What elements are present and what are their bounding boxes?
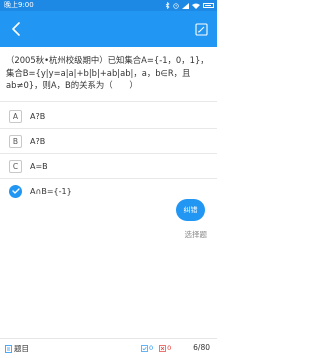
bluetooth-icon — [165, 2, 170, 9]
topic-label: 题目 — [14, 344, 29, 353]
option-text: A?B — [30, 136, 46, 146]
page-counter: 6/80 — [193, 343, 210, 352]
status-icons — [165, 0, 214, 11]
option-letter: B — [9, 134, 22, 148]
edit-icon — [194, 22, 208, 36]
option-a[interactable]: A A?B — [0, 104, 217, 128]
wrong-counter: 0 — [159, 343, 171, 353]
error-report-button[interactable]: 纠错 — [176, 199, 205, 221]
wrong-icon — [159, 344, 166, 352]
status-bar: 晚上9:00 — [0, 0, 217, 11]
topic-list-button[interactable]: 题目 — [5, 343, 29, 354]
bottom-bar: 题目 0 0 6/80 — [0, 338, 217, 358]
wrong-count: 0 — [167, 344, 172, 352]
back-arrow-icon — [12, 22, 20, 36]
correct-count: 0 — [149, 344, 154, 352]
edit-button[interactable] — [189, 17, 213, 41]
status-time: 晚上9:00 — [4, 1, 34, 9]
question-text: （2005秋•杭州校级期中）已知集合A={-1，0，1}，集合B={y|y=a|… — [6, 55, 209, 90]
option-c[interactable]: C A=B — [0, 154, 217, 178]
answer-counters: 0 0 — [141, 343, 171, 353]
check-icon — [9, 184, 22, 198]
option-b[interactable]: B A?B — [0, 129, 217, 153]
option-text: A∩B={-1} — [30, 186, 72, 196]
list-icon — [5, 344, 12, 353]
correct-icon — [141, 344, 148, 352]
signal-icon — [182, 2, 189, 9]
battery-icon — [203, 3, 214, 8]
option-text: A?B — [30, 111, 46, 121]
question-type-label: 选择题 — [184, 230, 208, 239]
divider — [0, 101, 217, 102]
wifi-icon — [192, 3, 200, 9]
option-letter: C — [9, 159, 22, 173]
app-bar — [0, 11, 217, 47]
back-button[interactable] — [4, 17, 28, 41]
option-text: A=B — [30, 161, 48, 171]
option-letter: A — [9, 109, 22, 123]
correct-counter: 0 — [141, 343, 153, 353]
alarm-icon — [173, 2, 179, 9]
